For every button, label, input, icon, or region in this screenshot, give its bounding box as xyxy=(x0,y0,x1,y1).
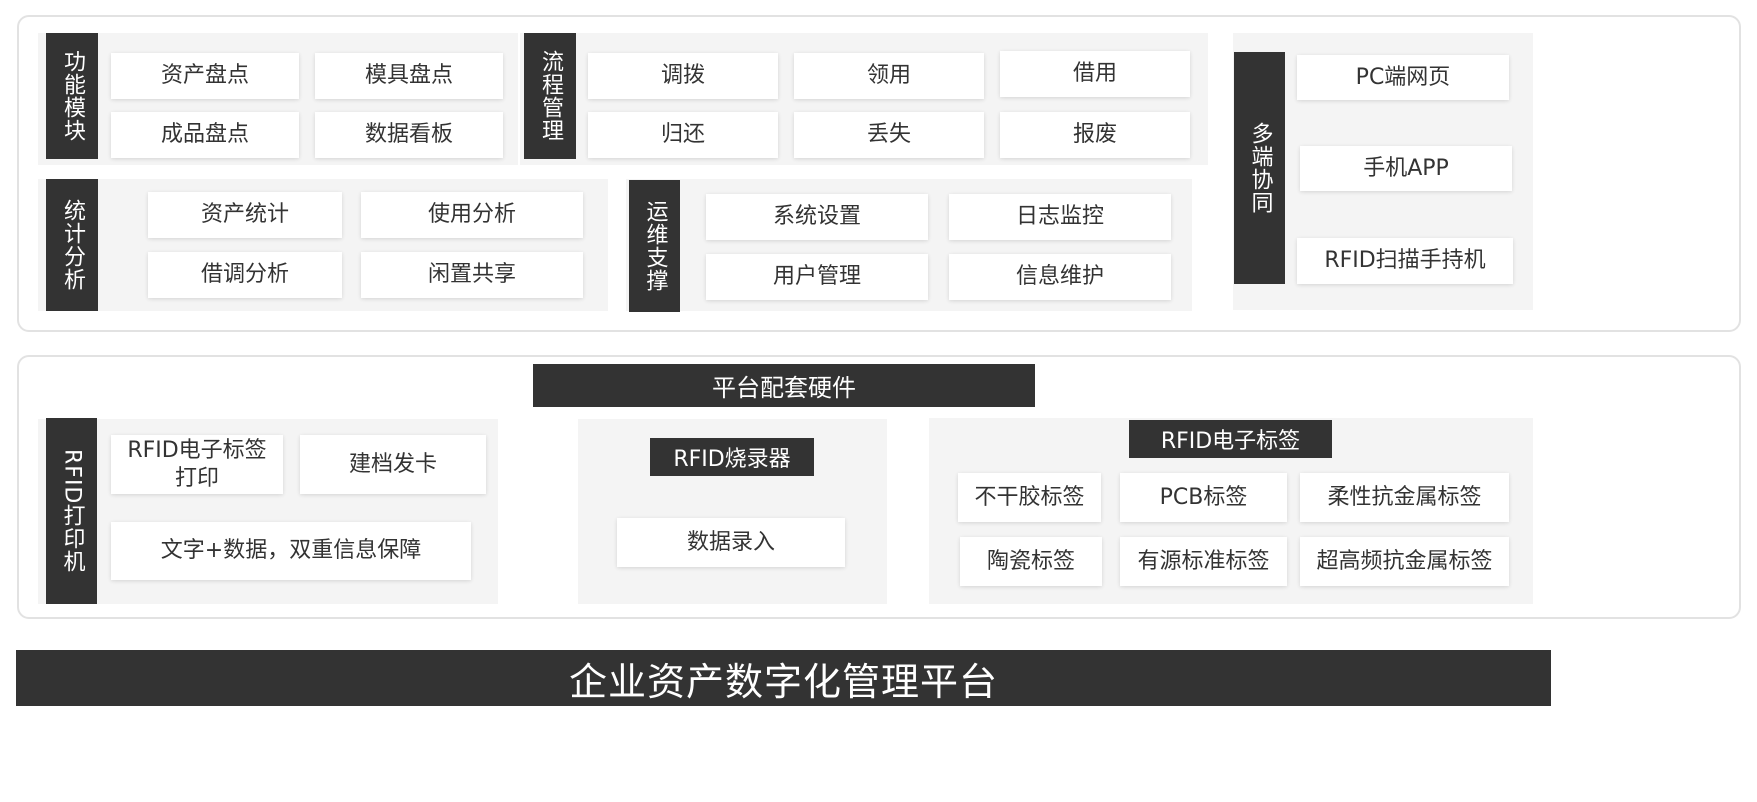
statistics-analysis-label: 统计分析 xyxy=(46,179,98,311)
module-mold-inventory[interactable]: 模具盘点 xyxy=(315,53,503,99)
stats-loan-analysis[interactable]: 借调分析 xyxy=(148,252,342,298)
tag-uhf-anti-metal[interactable]: 超高频抗金属标签 xyxy=(1300,537,1509,586)
ops-support-label: 运维支撑 xyxy=(629,180,680,312)
printer-tag-printing[interactable]: RFID电子标签打印 xyxy=(111,435,283,494)
ops-info-maintenance[interactable]: 信息维护 xyxy=(949,254,1171,300)
terminal-mobile-app[interactable]: 手机APP xyxy=(1300,146,1512,191)
printer-card-issuing[interactable]: 建档发卡 xyxy=(300,435,486,494)
tag-ceramic[interactable]: 陶瓷标签 xyxy=(960,537,1102,586)
ops-system-settings[interactable]: 系统设置 xyxy=(706,194,928,240)
ops-log-monitoring[interactable]: 日志监控 xyxy=(949,194,1171,240)
printer-dual-info[interactable]: 文字+数据，双重信息保障 xyxy=(111,522,471,580)
process-requisition[interactable]: 领用 xyxy=(794,53,984,99)
ops-user-management[interactable]: 用户管理 xyxy=(706,254,928,300)
tag-flexible-anti-metal[interactable]: 柔性抗金属标签 xyxy=(1300,473,1509,522)
process-return[interactable]: 归还 xyxy=(588,112,778,158)
process-borrow[interactable]: 借用 xyxy=(1000,51,1190,97)
process-scrap[interactable]: 报废 xyxy=(1000,112,1190,158)
stats-idle-sharing[interactable]: 闲置共享 xyxy=(361,252,583,298)
tag-adhesive[interactable]: 不干胶标签 xyxy=(958,473,1101,522)
platform-title: 企业资产数字化管理平台 xyxy=(16,650,1551,706)
multi-terminal-label: 多端协同 xyxy=(1234,52,1285,284)
terminal-pc-web[interactable]: PC端网页 xyxy=(1297,55,1509,100)
encoder-data-entry[interactable]: 数据录入 xyxy=(617,518,845,567)
stats-usage-analysis[interactable]: 使用分析 xyxy=(361,192,583,238)
tag-pcb[interactable]: PCB标签 xyxy=(1120,473,1287,522)
tag-active-standard[interactable]: 有源标准标签 xyxy=(1120,537,1287,586)
module-data-dashboard[interactable]: 数据看板 xyxy=(315,112,503,158)
tags-title: RFID电子标签 xyxy=(1129,420,1332,458)
module-asset-inventory[interactable]: 资产盘点 xyxy=(111,53,299,99)
stats-asset-statistics[interactable]: 资产统计 xyxy=(148,192,342,238)
process-lost[interactable]: 丢失 xyxy=(794,112,984,158)
hardware-title: 平台配套硬件 xyxy=(533,364,1035,407)
terminal-rfid-handheld[interactable]: RFID扫描手持机 xyxy=(1297,238,1513,284)
module-finished-goods-inventory[interactable]: 成品盘点 xyxy=(111,112,299,158)
function-modules-label: 功能模块 xyxy=(46,33,98,159)
encoder-title: RFID烧录器 xyxy=(650,438,814,476)
process-management-label: 流程管理 xyxy=(524,33,576,159)
printer-label: RFID打印机 xyxy=(46,418,97,604)
process-transfer[interactable]: 调拨 xyxy=(588,53,778,99)
